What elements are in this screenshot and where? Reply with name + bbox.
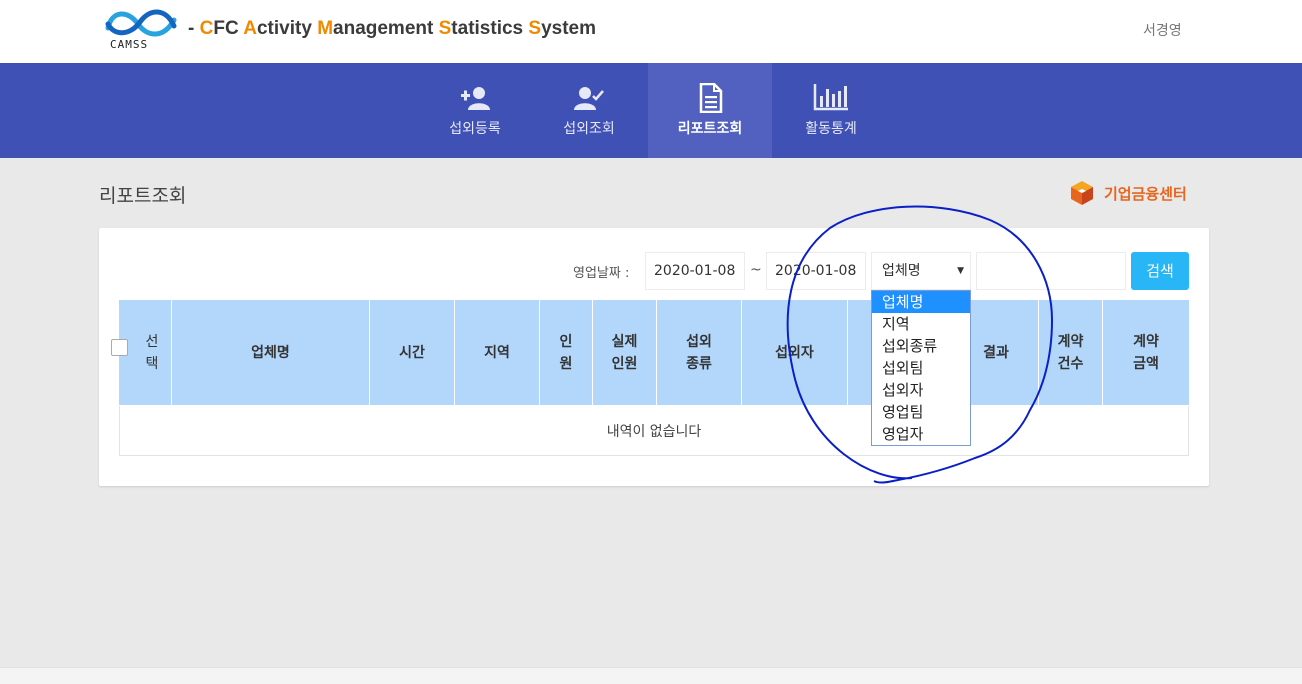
empty-message: 내역이 없습니다 [606, 424, 702, 440]
col-header-time[interactable]: 시간 [370, 300, 455, 405]
select-value: 업체명 [882, 263, 921, 279]
col-header-company[interactable]: 업체명 [172, 300, 370, 405]
col-header-label: 섭외 종류 [686, 333, 712, 372]
title-initial: S [528, 18, 542, 39]
user-name[interactable]: 서경영 [1143, 20, 1182, 40]
title-segment: - [188, 18, 200, 39]
app-title: - CFC Activity Management Statistics Sys… [188, 18, 596, 40]
search-type-select[interactable]: 업체명 ▼ [871, 252, 971, 290]
date-label: 영업날짜 : [573, 266, 630, 281]
title-segment: tatistics [451, 18, 529, 39]
col-header-contact-person[interactable]: 섭외자 [742, 300, 848, 405]
search-bar: 영업날짜 : 2020-01-08 ~ 2020-01-08 업체명 ▼ 검색 [99, 228, 1209, 300]
bar-chart-icon [813, 84, 848, 111]
col-header-label: 섭외자 [775, 344, 814, 361]
title-segment: anagement [333, 18, 439, 39]
search-button[interactable]: 검색 [1131, 252, 1189, 290]
col-header-actual-headcount[interactable]: 실제 인원 [593, 300, 657, 405]
footer [0, 667, 1302, 684]
col-header-select: 선 택 [111, 300, 172, 405]
title-segment: FC [213, 18, 244, 39]
page-title: 리포트조회 [99, 185, 187, 207]
keyword-input[interactable] [976, 252, 1126, 290]
nav-label: 섭외조회 [563, 121, 615, 137]
date-to-input[interactable]: 2020-01-08 [766, 252, 866, 290]
col-header-label: 결과 [983, 344, 1009, 361]
col-header-contact-type[interactable]: 섭외 종류 [657, 300, 742, 405]
select-all-checkbox[interactable] [111, 339, 128, 356]
col-header-contract-count[interactable]: 계약 건수 [1039, 300, 1103, 405]
brand-text: 기업금융센터 [1104, 185, 1187, 203]
title-initial: A [243, 18, 257, 39]
col-header-label: 시간 [399, 344, 425, 361]
nav-label: 리포트조회 [677, 121, 743, 137]
nav-label: 섭외등록 [449, 121, 501, 137]
search-type-dropdown: 업체명 지역 섭외종류 섭외팀 섭외자 영업팀 영업자 [871, 290, 971, 446]
col-header-label: 지역 [484, 344, 510, 361]
document-icon [699, 83, 723, 113]
date-from-input[interactable]: 2020-01-08 [645, 252, 745, 290]
dropdown-option[interactable]: 영업자 [872, 423, 970, 445]
nav-item-report[interactable]: 리포트조회 [648, 63, 772, 158]
title-segment: ctivity [256, 18, 318, 39]
dropdown-option[interactable]: 지역 [872, 313, 970, 335]
person-check-icon [574, 87, 604, 110]
title-segment: ystem [541, 18, 596, 39]
date-separator: ~ [750, 262, 762, 278]
table-header: 선 택 업체명 시간 지역 인 원 실제 인원 섭외 종류 섭외자 결과 계약 … [111, 300, 1189, 405]
main-nav: 섭외등록 섭외조회 리포트조회 활동통계 [0, 63, 1302, 158]
nav-item-inquiry[interactable]: 섭외조회 [527, 63, 651, 158]
logo-text: CAMSS [110, 38, 149, 51]
col-header-contract-amount[interactable]: 계약 금액 [1103, 300, 1189, 405]
col-header-label: 선 택 [145, 333, 159, 372]
col-header-label: 계약 금액 [1133, 333, 1159, 372]
cube-logo-icon [1071, 181, 1093, 205]
col-header-region[interactable]: 지역 [455, 300, 540, 405]
person-add-icon [461, 87, 490, 110]
top-header: CAMSS - CFC Activity Management Statisti… [0, 0, 1302, 63]
title-initial: M [317, 18, 334, 39]
dropdown-option[interactable]: 영업팀 [872, 401, 970, 423]
report-card: 영업날짜 : 2020-01-08 ~ 2020-01-08 업체명 ▼ 검색 … [99, 228, 1209, 486]
dropdown-option[interactable]: 섭외팀 [872, 357, 970, 379]
nav-item-statistics[interactable]: 활동통계 [769, 63, 893, 158]
dropdown-option[interactable]: 섭외자 [872, 379, 970, 401]
table-body: 내역이 없습니다 [119, 406, 1189, 456]
col-header-headcount[interactable]: 인 원 [540, 300, 593, 405]
col-header-label: 실제 인원 [611, 333, 638, 372]
col-header-label: 계약 건수 [1057, 333, 1084, 372]
dropdown-option[interactable]: 업체명 [872, 291, 970, 313]
title-initial: C [199, 18, 214, 39]
title-initial: S [438, 18, 452, 39]
col-header-label: 인 원 [559, 333, 573, 372]
nav-label: 활동통계 [805, 121, 857, 137]
col-header-label: 업체명 [251, 344, 290, 361]
chevron-down-icon: ▼ [957, 266, 964, 276]
nav-item-register[interactable]: 섭외등록 [413, 63, 537, 158]
dropdown-option[interactable]: 섭외종류 [872, 335, 970, 357]
